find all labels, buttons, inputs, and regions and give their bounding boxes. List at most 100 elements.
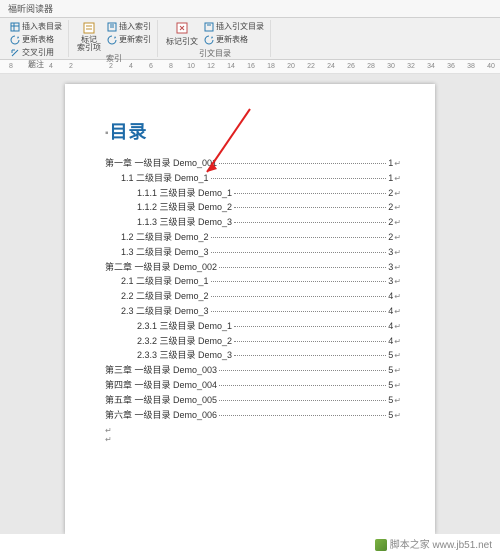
toc-leader-dots bbox=[219, 163, 386, 164]
toc-leader-dots bbox=[211, 296, 387, 297]
toc-entry[interactable]: 1.1.3 三级目录 Demo_32↵ bbox=[105, 215, 401, 230]
toc-entry-label: 1.1.3 三级目录 Demo_3 bbox=[137, 215, 232, 229]
paragraph-mark: ↵ bbox=[105, 426, 401, 435]
ruler-tick bbox=[496, 63, 500, 70]
toc-entry-page: 5 bbox=[388, 378, 393, 392]
toc-entry-page: 3 bbox=[388, 245, 393, 259]
toc-entry-label: 2.3 二级目录 Demo_3 bbox=[121, 304, 209, 318]
ruler-tick bbox=[76, 63, 86, 70]
toc-entry[interactable]: 第三章 一级目录 Demo_0035↵ bbox=[105, 363, 401, 378]
toc-leader-dots bbox=[219, 385, 386, 386]
insert-index-button[interactable]: 插入索引 bbox=[105, 20, 153, 33]
ruler-tick bbox=[116, 63, 126, 70]
toc-entry-page: 4 bbox=[388, 289, 393, 303]
toc-leader-dots bbox=[211, 252, 387, 253]
toc-entry-label: 第六章 一级目录 Demo_006 bbox=[105, 408, 217, 422]
paragraph-mark: ↵ bbox=[394, 276, 401, 289]
toc-leader-dots bbox=[219, 415, 386, 416]
insert-table-of-figures-button[interactable]: 插入表目录 bbox=[8, 20, 64, 33]
toc-leader-dots bbox=[234, 355, 386, 356]
ruler-tick: 18 bbox=[266, 63, 276, 70]
toc-leader-dots bbox=[234, 207, 386, 208]
toc-entry-label: 2.3.1 三级目录 Demo_1 bbox=[137, 319, 232, 333]
toc-entry-label: 第二章 一级目录 Demo_002 bbox=[105, 260, 217, 274]
ruler-tick bbox=[96, 63, 106, 70]
toc-entry[interactable]: 第六章 一级目录 Demo_0065↵ bbox=[105, 408, 401, 423]
paragraph-mark: ↵ bbox=[394, 291, 401, 304]
toc-leader-dots bbox=[219, 400, 386, 401]
toc-entry-label: 第一章 一级目录 Demo_001 bbox=[105, 156, 217, 170]
ruler-tick: 32 bbox=[406, 63, 416, 70]
ribbon-group-authorities: 标记引文 插入引文目录 更新表格 引文目录 bbox=[160, 20, 271, 57]
ruler-tick: 38 bbox=[466, 63, 476, 70]
toc-entry[interactable]: 1.1 二级目录 Demo_11↵ bbox=[105, 171, 401, 186]
insert-authorities-icon bbox=[204, 22, 214, 32]
toc-entry[interactable]: 第五章 一级目录 Demo_0055↵ bbox=[105, 393, 401, 408]
ruler-tick: 8 bbox=[6, 63, 16, 70]
paragraph-mark: ↵ bbox=[394, 365, 401, 378]
mark-citation-button[interactable]: 标记引文 bbox=[164, 20, 200, 48]
update-authorities-button[interactable]: 更新表格 bbox=[202, 33, 266, 46]
toc-leader-dots bbox=[211, 237, 387, 238]
ruler-tick: 20 bbox=[286, 63, 296, 70]
ruler-tick: 24 bbox=[326, 63, 336, 70]
refresh-icon bbox=[10, 35, 20, 45]
toc-entry[interactable]: 第四章 一级目录 Demo_0045↵ bbox=[105, 378, 401, 393]
toc-entry[interactable]: 2.2 二级目录 Demo_2 4↵ bbox=[105, 289, 401, 304]
ribbon-group-caption: 插入表目录 更新表格 交叉引用 题注 bbox=[4, 20, 69, 57]
toc-entry[interactable]: 1.3 二级目录 Demo_33↵ bbox=[105, 245, 401, 260]
ruler-tick bbox=[136, 63, 146, 70]
document-viewport[interactable]: ▪目录 第一章 一级目录 Demo_0011↵1.1 二级目录 Demo_11↵… bbox=[0, 74, 500, 534]
ruler-tick bbox=[376, 63, 386, 70]
toc-entry[interactable]: 2.3 二级目录 Demo_34↵ bbox=[105, 304, 401, 319]
insert-authorities-button[interactable]: 插入引文目录 bbox=[202, 20, 266, 33]
horizontal-ruler[interactable]: 8642246810121416182022242628303234363840… bbox=[0, 60, 500, 74]
watermark-logo-icon bbox=[375, 539, 387, 551]
ruler-tick: 26 bbox=[346, 63, 356, 70]
toc-entry-page: 4 bbox=[388, 319, 393, 333]
paragraph-mark: ↵ bbox=[394, 217, 401, 230]
table-icon bbox=[10, 22, 20, 32]
toc-list: 第一章 一级目录 Demo_0011↵1.1 二级目录 Demo_11↵1.1.… bbox=[105, 156, 401, 422]
toc-entry-page: 2 bbox=[388, 200, 393, 214]
ruler-tick: 28 bbox=[366, 63, 376, 70]
update-index-button[interactable]: 更新索引 bbox=[105, 33, 153, 46]
toc-entry[interactable]: 2.3.1 三级目录 Demo_14↵ bbox=[105, 319, 401, 334]
toc-entry[interactable]: 第一章 一级目录 Demo_0011↵ bbox=[105, 156, 401, 171]
page: ▪目录 第一章 一级目录 Demo_0011↵1.1 二级目录 Demo_11↵… bbox=[65, 84, 435, 534]
toc-entry[interactable]: 2.3.2 三级目录 Demo_24↵ bbox=[105, 334, 401, 349]
cross-reference-button[interactable]: 交叉引用 bbox=[8, 46, 64, 59]
toc-entry[interactable]: 1.1.2 三级目录 Demo_2 2↵ bbox=[105, 200, 401, 215]
ruler-tick: 4 bbox=[126, 63, 136, 70]
toc-entry[interactable]: 1.1.1 三级目录 Demo_12↵ bbox=[105, 186, 401, 201]
mark-index-entry-button[interactable]: 标记 索引项 bbox=[75, 20, 103, 53]
paragraph-mark: ↵ bbox=[394, 202, 401, 215]
ruler-tick: 10 bbox=[186, 63, 196, 70]
toc-entry[interactable]: 2.3.3 三级目录 Demo_3 5↵ bbox=[105, 348, 401, 363]
ruler-tick bbox=[156, 63, 166, 70]
app-title-bar: 福昕阅读器 bbox=[0, 0, 500, 18]
paragraph-mark: ↵ bbox=[394, 350, 401, 363]
update-table-button[interactable]: 更新表格 bbox=[8, 33, 64, 46]
ruler-tick bbox=[456, 63, 466, 70]
toc-entry-label: 2.2 二级目录 Demo_2 bbox=[121, 289, 209, 303]
toc-entry[interactable]: 1.2 二级目录 Demo_22↵ bbox=[105, 230, 401, 245]
toc-entry-label: 2.3.3 三级目录 Demo_3 bbox=[137, 348, 232, 362]
toc-entry[interactable]: 第二章 一级目录 Demo_0023↵ bbox=[105, 260, 401, 275]
ruler-tick bbox=[86, 63, 96, 70]
toc-entry-label: 1.1 二级目录 Demo_1 bbox=[121, 171, 209, 185]
ruler-tick: 36 bbox=[446, 63, 456, 70]
toc-entry-label: 1.1.2 三级目录 Demo_2 bbox=[137, 200, 232, 214]
toc-entry-page: 5 bbox=[388, 363, 393, 377]
toc-entry-page: 3 bbox=[388, 274, 393, 288]
toc-entry-page: 3 bbox=[388, 260, 393, 274]
ruler-tick: 12 bbox=[206, 63, 216, 70]
toc-entry-page: 1 bbox=[388, 156, 393, 170]
app-title: 福昕阅读器 bbox=[8, 4, 53, 14]
toc-entry-label: 2.3.2 三级目录 Demo_2 bbox=[137, 334, 232, 348]
toc-entry[interactable]: 2.1 二级目录 Demo_13↵ bbox=[105, 274, 401, 289]
toc-entry-page: 5 bbox=[388, 348, 393, 362]
ruler-tick bbox=[336, 63, 346, 70]
ruler-tick bbox=[236, 63, 246, 70]
toc-leader-dots bbox=[219, 267, 386, 268]
